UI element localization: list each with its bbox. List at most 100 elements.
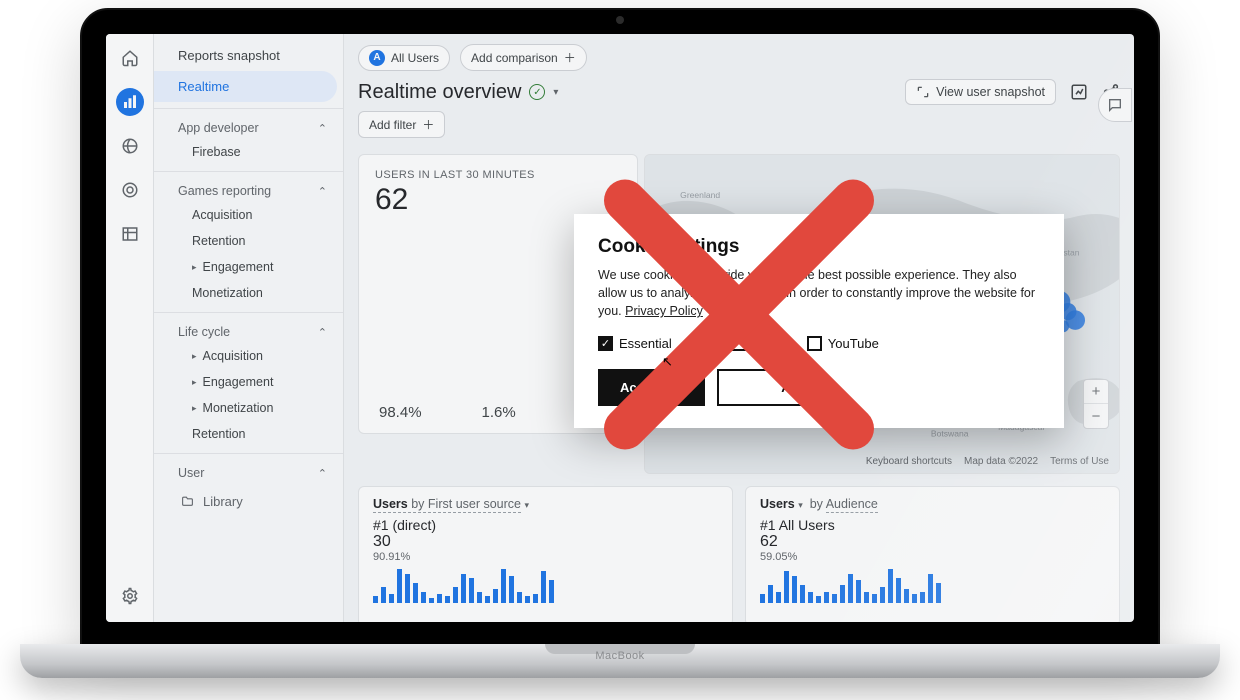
chevron-up-icon: ⌃ [318, 185, 327, 198]
sidebar-item-library[interactable]: Library [154, 484, 343, 509]
plus-icon: ＋ [564, 49, 576, 66]
kpi-pct-a: 98.4% [379, 404, 422, 421]
card-b-value: 62 [760, 533, 1105, 551]
checkbox-icon [807, 336, 822, 351]
sidebar-section-user[interactable]: User ⌃ [154, 458, 343, 484]
card-a-value: 30 [373, 533, 718, 551]
sidebar-item-life-monetization[interactable]: ▸Monetization [154, 395, 343, 421]
camera-dot [616, 16, 624, 24]
feedback-fab[interactable] [1098, 88, 1132, 122]
section-label: Games reporting [178, 184, 271, 198]
sidebar-section-app-developer[interactable]: App developer ⌃ [154, 113, 343, 139]
insights-icon[interactable] [1070, 83, 1088, 101]
reports-icon[interactable] [116, 88, 144, 116]
add-comparison-button[interactable]: Add comparison ＋ [460, 44, 587, 71]
sidebar-item-games-retention[interactable]: Retention [154, 228, 343, 254]
chevron-up-icon: ⌃ [318, 122, 327, 135]
reject-all-button[interactable]: Reject All [717, 369, 820, 406]
divider [154, 108, 343, 109]
kpi-value: 62 [375, 183, 621, 217]
laptop-base: MacBook [20, 644, 1220, 678]
settings-icon[interactable] [116, 582, 144, 610]
card-b-rank: #1 All Users [760, 517, 1105, 533]
kpi-caption: USERS IN LAST 30 MINUTES [375, 169, 621, 181]
add-filter-button[interactable]: Add filter ＋ [358, 111, 445, 138]
expand-icon [916, 85, 930, 99]
zoom-in-button[interactable]: + [1084, 380, 1108, 404]
sidebar-section-games-reporting[interactable]: Games reporting ⌃ [154, 176, 343, 202]
card-a-rank: #1 (direct) [373, 517, 718, 533]
library-label: Library [203, 494, 243, 509]
divider [154, 171, 343, 172]
top-bar: A All Users Add comparison ＋ [344, 34, 1134, 71]
cookie-dialog: Cookie settings We use cookies to provid… [574, 214, 1064, 428]
folder-icon [180, 495, 195, 508]
card-b-sparkline [760, 569, 1105, 603]
sidebar-item-life-retention[interactable]: Retention [154, 421, 343, 447]
privacy-policy-link[interactable]: Privacy Policy [625, 304, 703, 318]
svg-text:Botswana: Botswana [931, 428, 969, 438]
map-attribution: Map data ©2022 [964, 456, 1038, 467]
plus-icon: ＋ [422, 116, 434, 133]
section-label: Life cycle [178, 325, 230, 339]
chevron-up-icon: ⌃ [318, 326, 327, 339]
accept-all-button[interactable]: Accept All [598, 369, 705, 406]
chevron-down-icon[interactable]: ▾ [525, 500, 530, 510]
section-label: App developer [178, 121, 259, 135]
card-users-by-audience: Users ▾ by Audience #1 All Users 62 59.0… [745, 486, 1120, 622]
chevron-up-icon: ⌃ [318, 467, 327, 480]
check-circle-icon: ✓ [529, 84, 545, 100]
page-title: Realtime overview [358, 81, 521, 104]
card-users-by-source: Users by First user source ▾ #1 (direct)… [358, 486, 733, 622]
chat-icon [1107, 97, 1123, 113]
device-label: MacBook [595, 650, 644, 662]
configure-icon[interactable] [116, 220, 144, 248]
zoom-out-button[interactable]: − [1084, 404, 1108, 428]
checkbox-icon [732, 336, 747, 351]
card-b-pct: 59.05% [760, 551, 1105, 563]
map-terms[interactable]: Terms of Use [1050, 456, 1109, 467]
svg-text:Greenland: Greenland [680, 190, 720, 200]
sidebar-section-life-cycle[interactable]: Life cycle ⌃ [154, 317, 343, 343]
segment-chip-all-users[interactable]: A All Users [358, 45, 450, 71]
checkbox-essential[interactable]: ✓ Essential [598, 336, 672, 351]
map-keyboard-shortcuts[interactable]: Keyboard shortcuts [866, 456, 952, 467]
checkbox-unknown[interactable] [732, 336, 747, 351]
sidebar-item-games-monetization[interactable]: Monetization [154, 280, 343, 306]
segment-label: All Users [391, 51, 439, 65]
sidebar-item-games-acquisition[interactable]: Acquisition [154, 202, 343, 228]
sidebar-item-firebase[interactable]: Firebase [154, 139, 343, 165]
explore-icon[interactable] [116, 132, 144, 160]
card-a-pct: 90.91% [373, 551, 718, 563]
view-user-snapshot-button[interactable]: View user snapshot [905, 79, 1056, 105]
caret-right-icon: ▸ [192, 262, 197, 273]
cookie-title: Cookie settings [598, 236, 1040, 258]
map-zoom-control: + − [1083, 379, 1109, 429]
laptop-frame: Reports snapshot Realtime App developer … [80, 8, 1160, 648]
sidebar-item-life-engagement[interactable]: ▸Engagement [154, 369, 343, 395]
nav-icon-rail [106, 34, 154, 622]
divider [154, 312, 343, 313]
kpi-pct-b: 1.6% [482, 404, 516, 421]
card-a-sparkline [373, 569, 718, 603]
sidebar-item-realtime[interactable]: Realtime [154, 71, 337, 102]
chevron-down-icon[interactable]: ▾ [553, 87, 558, 98]
sidebar-item-reports-snapshot[interactable]: Reports snapshot [154, 40, 343, 71]
main-content: A All Users Add comparison ＋ Realtime ov… [344, 34, 1134, 622]
chevron-down-icon[interactable]: ▾ [798, 500, 803, 510]
divider [154, 453, 343, 454]
checkbox-youtube[interactable]: YouTube [807, 336, 879, 351]
dashboard: USERS IN LAST 30 MINUTES 62 98.4% 1.6% [344, 146, 1134, 164]
checkbox-icon: ✓ [598, 336, 613, 351]
sidebar-item-games-engagement[interactable]: ▸Engagement [154, 254, 343, 280]
section-label: User [178, 466, 204, 480]
home-icon[interactable] [116, 44, 144, 72]
caret-right-icon: ▸ [192, 351, 197, 362]
screen: Reports snapshot Realtime App developer … [106, 34, 1134, 622]
sidebar: Reports snapshot Realtime App developer … [154, 34, 344, 622]
cookie-body: We use cookies to provide you with the b… [598, 266, 1040, 320]
segment-badge: A [369, 50, 385, 66]
sidebar-item-life-acquisition[interactable]: ▸Acquisition [154, 343, 343, 369]
caret-right-icon: ▸ [192, 377, 197, 388]
advertising-icon[interactable] [116, 176, 144, 204]
